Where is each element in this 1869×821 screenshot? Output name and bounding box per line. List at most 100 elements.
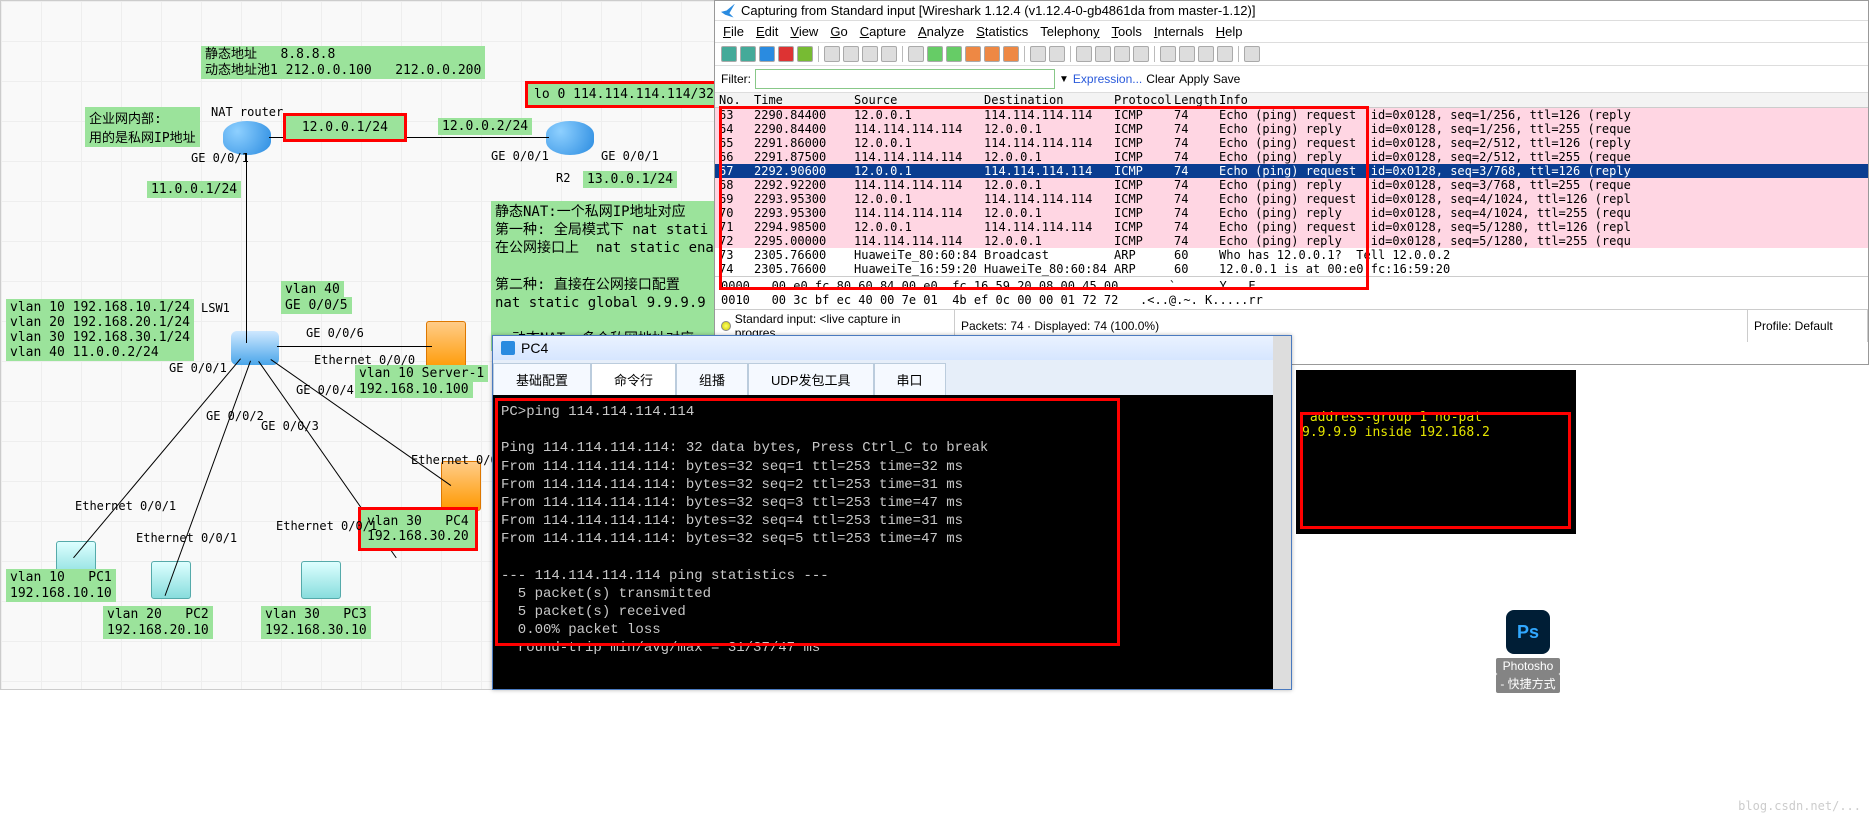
tab-basic-config[interactable]: 基础配置 — [493, 363, 591, 395]
tb-close-icon[interactable] — [862, 46, 878, 62]
pc4-scrollbar[interactable] — [1273, 336, 1291, 689]
server-device[interactable] — [426, 321, 466, 371]
ge006: GE 0/0/6 — [306, 326, 364, 340]
r2-router-device[interactable] — [546, 121, 594, 155]
wireshark-filterbar: Filter: ▼ Expression... Clear Apply Save — [715, 66, 1868, 93]
packet-list-header[interactable]: No. Time Source Destination Protocol Len… — [715, 93, 1868, 108]
tb-interfaces-icon[interactable] — [721, 46, 737, 62]
packet-row[interactable]: 672292.9060012.0.0.1114.114.114.114ICMP7… — [715, 164, 1868, 178]
tb-save-icon[interactable] — [843, 46, 859, 62]
status-profile[interactable]: Profile: Default — [1748, 310, 1868, 342]
tb-autoscroll-icon[interactable] — [1049, 46, 1065, 62]
tb-last-icon[interactable] — [1003, 46, 1019, 62]
tb-stop-icon[interactable] — [778, 46, 794, 62]
pc4-terminal[interactable]: PC>ping 114.114.114.114 Ping 114.114.114… — [493, 395, 1291, 689]
wireshark-icon — [721, 4, 735, 18]
menu-analyze[interactable]: Analyze — [918, 24, 964, 39]
packet-row[interactable]: 702293.95300114.114.114.11412.0.0.1ICMP7… — [715, 206, 1868, 220]
watermark: blog.csdn.net/... — [1738, 799, 1861, 813]
menu-view[interactable]: View — [790, 24, 818, 39]
tab-cmdline[interactable]: 命令行 — [591, 363, 676, 395]
tb-coloring-icon[interactable] — [1198, 46, 1214, 62]
packet-row[interactable]: 742305.76600HuaweiTe_16:59:20HuaweiTe_80… — [715, 262, 1868, 276]
hdr-info[interactable]: Info — [1219, 93, 1864, 107]
tab-serial[interactable]: 串口 — [874, 363, 946, 395]
hex-dump[interactable]: 0000 00 e0 fc 80 60 84 00 e0 fc 16 59 20… — [715, 276, 1868, 309]
packet-list-rows[interactable]: 632290.8440012.0.0.1114.114.114.114ICMP7… — [715, 108, 1868, 276]
ip-12-0-0-1-label: 12.0.0.1/24 — [283, 113, 407, 142]
packet-row[interactable]: 712294.9850012.0.0.1114.114.114.114ICMP7… — [715, 220, 1868, 234]
filter-expression-link[interactable]: Expression... — [1073, 72, 1142, 86]
packet-row[interactable]: 732305.76600HuaweiTe_80:60:84BroadcastAR… — [715, 248, 1868, 262]
tb-open-icon[interactable] — [824, 46, 840, 62]
pc2-label-b: 192.168.20.10 — [103, 622, 213, 639]
menu-telephony[interactable]: Telephony — [1040, 24, 1099, 39]
pc4-icon — [501, 341, 515, 355]
packet-row[interactable]: 632290.8440012.0.0.1114.114.114.114ICMP7… — [715, 108, 1868, 122]
packet-row[interactable]: 722295.00000114.114.114.11412.0.0.1ICMP7… — [715, 234, 1868, 248]
tab-udp-tool[interactable]: UDP发包工具 — [748, 363, 873, 395]
tb-sep3 — [1024, 46, 1025, 62]
menu-tools[interactable]: Tools — [1112, 24, 1142, 39]
tb-first-icon[interactable] — [984, 46, 1000, 62]
hdr-protocol[interactable]: Protocol — [1114, 93, 1174, 107]
menu-internals[interactable]: Internals — [1154, 24, 1204, 39]
tb-resize-icon[interactable] — [1133, 46, 1149, 62]
filter-input[interactable] — [755, 69, 1055, 89]
tb-goto-icon[interactable] — [965, 46, 981, 62]
hdr-destination[interactable]: Destination — [984, 93, 1114, 107]
menu-file[interactable]: File — [723, 24, 744, 39]
tb-sep5 — [1154, 46, 1155, 62]
router-terminal[interactable]: address-group 1 no-pat 9.9.9.9 inside 19… — [1296, 370, 1576, 534]
packet-row[interactable]: 642290.84400114.114.114.11412.0.0.1ICMP7… — [715, 122, 1868, 136]
tb-colorize-icon[interactable] — [1030, 46, 1046, 62]
photoshop-shortcut[interactable]: Ps Photosho - 快捷方式 — [1496, 610, 1560, 690]
tb-help-icon[interactable] — [1244, 46, 1260, 62]
tab-multicast[interactable]: 组播 — [676, 363, 748, 395]
pc4-titlebar[interactable]: PC4 — [493, 336, 1291, 360]
tb-start-icon[interactable] — [759, 46, 775, 62]
filter-clear-link[interactable]: Clear — [1146, 72, 1175, 86]
eth001-c: Ethernet 0/0/1 — [276, 519, 377, 533]
pc2-label-a: vlan 20 PC2 — [103, 606, 213, 623]
menu-help[interactable]: Help — [1216, 24, 1243, 39]
pc1-label-a: vlan 10 PC1 — [6, 569, 116, 586]
hdr-no[interactable]: No. — [719, 93, 754, 107]
wireshark-window[interactable]: Capturing from Standard input [Wireshark… — [714, 0, 1869, 365]
tb-restart-icon[interactable] — [797, 46, 813, 62]
tb-zoom100-icon[interactable] — [1114, 46, 1130, 62]
pc4-window[interactable]: PC4 基础配置 命令行 组播 UDP发包工具 串口 PC>ping 114.1… — [492, 335, 1292, 690]
tb-fwd-icon[interactable] — [946, 46, 962, 62]
tb-back-icon[interactable] — [927, 46, 943, 62]
packet-row[interactable]: 692293.9530012.0.0.1114.114.114.114ICMP7… — [715, 192, 1868, 206]
tb-prefs-icon[interactable] — [1217, 46, 1233, 62]
tb-zoomin-icon[interactable] — [1076, 46, 1092, 62]
nat-router-text: NAT router — [211, 105, 283, 119]
tb-dispfilter-icon[interactable] — [1179, 46, 1195, 62]
menu-statistics[interactable]: Statistics — [976, 24, 1028, 39]
pc3-device[interactable] — [301, 561, 341, 599]
tb-find-icon[interactable] — [908, 46, 924, 62]
filter-apply-link[interactable]: Apply — [1179, 72, 1209, 86]
eth001-b: Ethernet 0/0/1 — [136, 531, 237, 545]
wireshark-titlebar[interactable]: Capturing from Standard input [Wireshark… — [715, 1, 1868, 21]
packet-row[interactable]: 662291.87500114.114.114.11412.0.0.1ICMP7… — [715, 150, 1868, 164]
hdr-time[interactable]: Time — [754, 93, 854, 107]
menu-edit[interactable]: Edit — [756, 24, 778, 39]
menu-capture[interactable]: Capture — [860, 24, 906, 39]
server2-device[interactable] — [441, 461, 481, 511]
tb-reload-icon[interactable] — [881, 46, 897, 62]
packet-row[interactable]: 652291.8600012.0.0.1114.114.114.114ICMP7… — [715, 136, 1868, 150]
wireshark-menubar[interactable]: File Edit View Go Capture Analyze Statis… — [715, 21, 1868, 43]
tb-options-icon[interactable] — [740, 46, 756, 62]
ip-12-0-0-2-label: 12.0.0.2/24 — [438, 118, 532, 135]
menu-go[interactable]: Go — [830, 24, 847, 39]
nat-router-device[interactable] — [223, 121, 271, 155]
tb-capfilter-icon[interactable] — [1160, 46, 1176, 62]
filter-save-link[interactable]: Save — [1213, 72, 1240, 86]
tb-zoomout-icon[interactable] — [1095, 46, 1111, 62]
packet-row[interactable]: 682292.92200114.114.114.11412.0.0.1ICMP7… — [715, 178, 1868, 192]
hdr-source[interactable]: Source — [854, 93, 984, 107]
hdr-length[interactable]: Length — [1174, 93, 1219, 107]
r2-text: R2 — [556, 171, 570, 185]
